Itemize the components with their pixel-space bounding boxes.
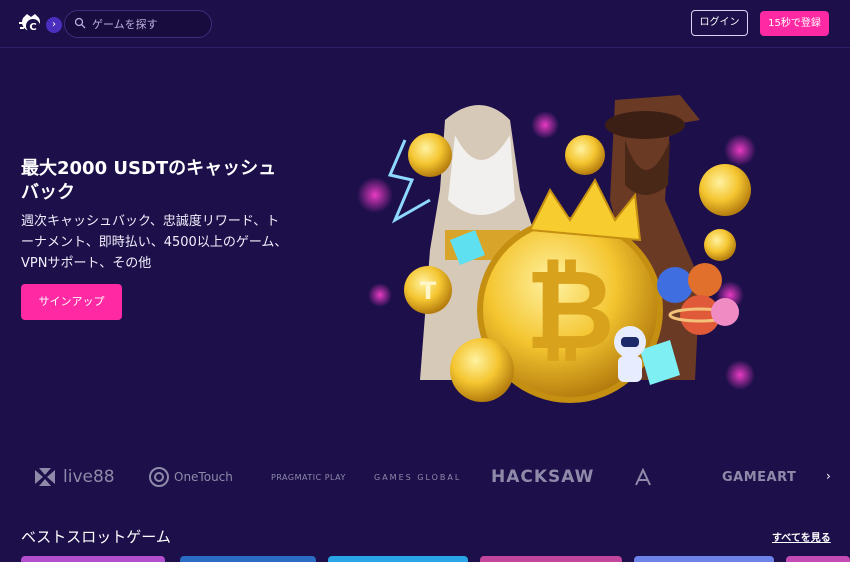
top-header: C › ログイン 15秒で登録 [0,0,850,48]
providers-next-icon[interactable]: › [826,469,831,483]
game-thumbnail[interactable] [180,556,316,562]
svg-text:₿: ₿ [525,246,615,374]
provider-logo-live88[interactable]: live88 [33,465,115,489]
provider-logo-a[interactable] [633,465,653,489]
section-title: ベストスロットゲーム [21,528,171,546]
provider-logo-gameart[interactable]: GAMEART [722,465,796,489]
game-thumbnail[interactable] [21,556,165,562]
register-button[interactable]: 15秒で登録 [760,11,829,36]
svg-text:T: T [420,277,437,305]
signup-button[interactable]: サインアップ [21,284,122,320]
game-thumbnail[interactable] [634,556,774,562]
provider-logo-hacksaw[interactable]: HACKSAW [491,465,594,489]
a-logo-icon [635,467,651,486]
search-box[interactable] [64,10,212,38]
game-thumbnail[interactable] [328,556,468,562]
provider-logo-games-global[interactable]: GAMES GLOBAL [374,465,461,489]
provider-strip: live88 OneTouch PRAGMATIC PLAY GAMES GLO… [0,455,850,499]
onetouch-icon [149,467,169,487]
live88-icon [35,468,55,486]
search-icon [74,17,86,29]
provider-logo-pragmatic-play[interactable]: PRAGMATIC PLAY [271,465,346,489]
game-thumbnail[interactable] [480,556,622,562]
provider-logo-onetouch[interactable]: OneTouch [148,465,233,489]
see-all-link[interactable]: すべてを見る [772,529,831,544]
sidebar-expand-button[interactable]: › [46,17,62,33]
game-thumbnail[interactable] [786,556,850,562]
login-button[interactable]: ログイン [691,10,748,36]
svg-text:C: C [29,22,36,33]
search-input[interactable] [92,11,204,37]
hero-subtitle: 週次キャッシュバック、忠誠度リワード、トーナメント、即時払い、4500以上のゲー… [21,214,288,271]
hero-title: 最大2000 USDTのキャッシュバック [21,158,277,203]
hero-illustration: ₿ T [357,95,756,403]
site-logo-icon[interactable]: C [19,12,47,36]
